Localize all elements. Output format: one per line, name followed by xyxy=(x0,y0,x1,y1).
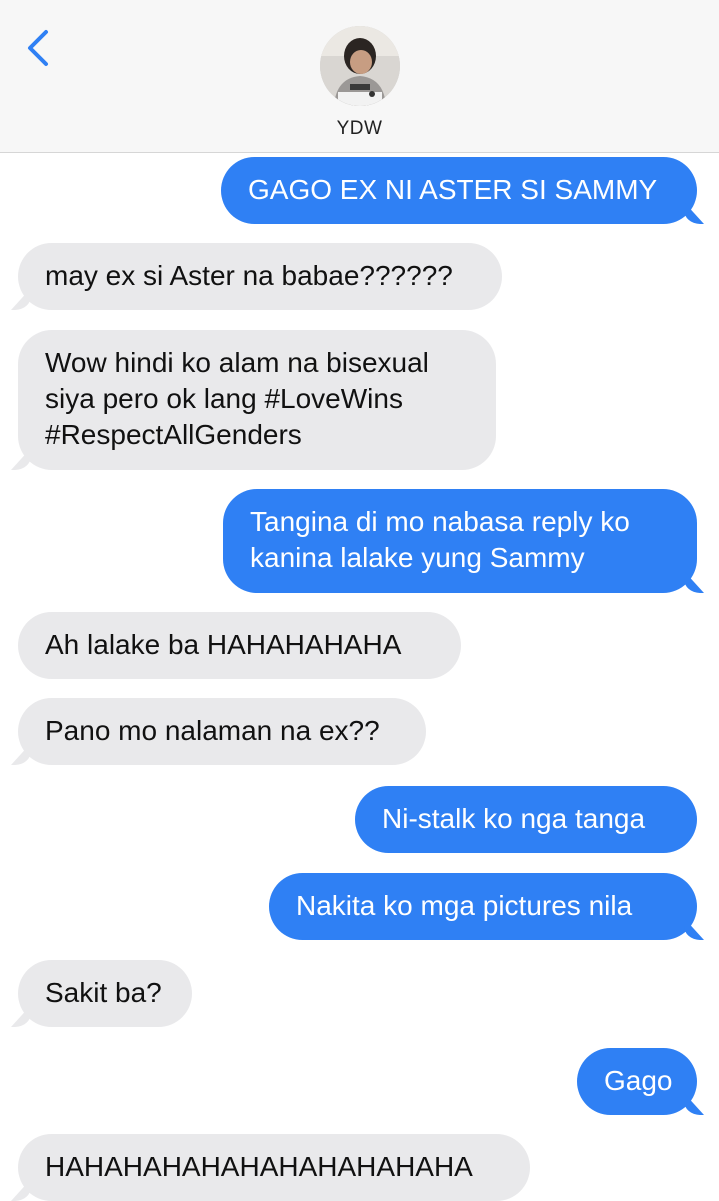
message-bubble-outgoing[interactable]: Gago xyxy=(577,1048,697,1115)
message-bubble-incoming[interactable]: Pano mo nalaman na ex?? xyxy=(18,698,426,765)
message-text: Nakita ko mga pictures nila xyxy=(296,890,633,921)
message-text: Ah lalake ba HAHAHAHAHA xyxy=(45,629,402,660)
message-text: Pano mo nalaman na ex?? xyxy=(45,715,380,746)
message-text-line: Wow hindi ko alam na bisexual xyxy=(45,347,429,378)
message-bubble-outgoing[interactable]: Ni-stalk ko nga tanga xyxy=(355,786,697,853)
message-text-line: siya pero ok lang #LoveWins xyxy=(45,383,403,414)
message-bubble-incoming[interactable]: may ex si Aster na babae?????? xyxy=(18,243,502,310)
contact-avatar[interactable] xyxy=(320,26,400,106)
message-bubble-outgoing[interactable]: Nakita ko mga pictures nila xyxy=(269,873,697,940)
message-text: Gago xyxy=(604,1065,673,1096)
message-text-line: kanina lalake yung Sammy xyxy=(250,542,585,573)
contact-name[interactable]: YDW xyxy=(0,118,719,140)
conversation-header: YDW xyxy=(0,0,719,153)
message-text-line: #RespectAllGenders xyxy=(45,419,302,450)
chevron-left-icon xyxy=(28,30,48,66)
message-bubble-incoming[interactable]: HAHAHAHAHAHAHAHAHAHAHA xyxy=(18,1134,530,1201)
message-bubble-outgoing[interactable]: Tangina di mo nabasa reply ko kanina lal… xyxy=(223,489,697,593)
message-text: GAGO EX NI ASTER SI SAMMY xyxy=(248,174,658,205)
message-text: Sakit ba? xyxy=(45,977,162,1008)
avatar-photo xyxy=(320,26,400,106)
message-bubble-outgoing[interactable]: GAGO EX NI ASTER SI SAMMY xyxy=(221,157,697,224)
message-text: may ex si Aster na babae?????? xyxy=(45,260,453,291)
message-bubble-incoming[interactable]: Wow hindi ko alam na bisexual siya pero … xyxy=(18,330,496,470)
message-text-line: Tangina di mo nabasa reply ko xyxy=(250,506,630,537)
message-text: Ni-stalk ko nga tanga xyxy=(382,803,646,834)
back-button[interactable] xyxy=(20,26,60,70)
message-bubble-incoming[interactable]: Ah lalake ba HAHAHAHAHA xyxy=(18,612,461,679)
message-bubble-incoming[interactable]: Sakit ba? xyxy=(18,960,192,1027)
message-text: HAHAHAHAHAHAHAHAHAHAHA xyxy=(45,1151,473,1182)
